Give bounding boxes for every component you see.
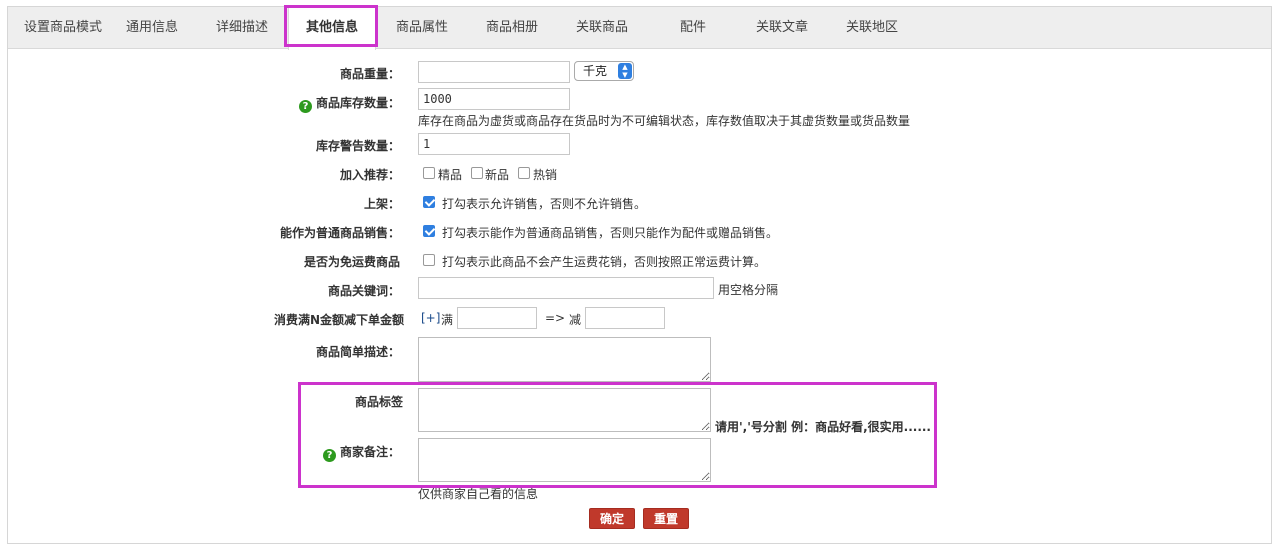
tab-linked-goods[interactable]: 关联商品	[574, 7, 630, 49]
seller-note-hint: 仅供商家自己看的信息	[418, 487, 539, 501]
tab-bar: 设置商品模式 通用信息 详细描述 其他信息 商品属性 商品相册 关联商品 配件 …	[8, 7, 1271, 50]
help-icon[interactable]: ?	[298, 100, 312, 113]
stock-input[interactable]	[418, 88, 570, 110]
on-sale-checkbox[interactable]	[423, 196, 435, 208]
weight-label: 商品重量：	[339, 67, 400, 81]
tab-linked-regions[interactable]: 关联地区	[844, 7, 900, 49]
warn-stock-label: 库存警告数量：	[315, 139, 400, 153]
on-sale-text: 打勾表示允许销售，否则不允许销售。	[442, 197, 647, 211]
keywords-input[interactable]	[418, 277, 714, 299]
seller-note-label: 商家备注：	[339, 445, 400, 459]
recommend-new-label: 新品	[485, 168, 510, 182]
add-discount-button[interactable]: [+]	[421, 311, 440, 325]
tags-hint: 请用','号分割 例：商品好看,很实用......	[715, 420, 931, 434]
weight-input[interactable]	[418, 61, 570, 83]
seller-note-label-wrap: ? 商家备注：	[100, 443, 400, 462]
keywords-label: 商品关键词：	[327, 284, 400, 298]
stock-label: 商品库存数量：	[315, 96, 400, 110]
help-icon[interactable]: ?	[322, 449, 336, 462]
tab-goods-mode[interactable]: 设置商品模式	[22, 7, 104, 49]
ok-button[interactable]: 确定	[589, 508, 636, 529]
keywords-hint: 用空格分隔	[718, 283, 779, 297]
discount-minus-label: 减	[569, 313, 582, 327]
tab-goods-album[interactable]: 商品相册	[484, 7, 540, 49]
on-sale-label: 上架：	[363, 197, 400, 211]
brief-textarea[interactable]	[418, 337, 711, 382]
normal-sale-label: 能作为普通商品销售：	[279, 226, 400, 240]
tab-general-info[interactable]: 通用信息	[124, 7, 180, 49]
tab-goods-attr[interactable]: 商品属性	[394, 7, 450, 49]
reset-button[interactable]: 重置	[643, 508, 690, 529]
free-shipping-checkbox[interactable]	[423, 254, 435, 266]
tab-other-info[interactable]: 其他信息	[288, 7, 376, 50]
recommend-hot-checkbox[interactable]	[518, 167, 530, 179]
stock-help-text: 库存在商品为虚货或商品存在货品时为不可编辑状态，库存数值取决于其虚货数量或货品数…	[418, 114, 911, 128]
stock-label-wrap: ? 商品库存数量：	[100, 94, 400, 113]
normal-sale-checkbox[interactable]	[423, 225, 435, 237]
discount-label: 消费满N金额减下单金额	[273, 313, 404, 327]
recommend-hot-label: 热销	[533, 168, 558, 182]
tags-textarea[interactable]	[418, 388, 711, 432]
discount-arrow: =>	[545, 311, 566, 325]
warn-stock-input[interactable]	[418, 133, 570, 155]
free-shipping-label: 是否为免运费商品	[303, 255, 400, 269]
tab-accessories[interactable]: 配件	[678, 7, 708, 49]
discount-full-input[interactable]	[457, 307, 537, 329]
recommend-best-label: 精品	[438, 168, 463, 182]
normal-sale-text: 打勾表示能作为普通商品销售，否则只能作为配件或赠品销售。	[442, 226, 779, 240]
tab-linked-articles[interactable]: 关联文章	[754, 7, 810, 49]
tab-detail-desc[interactable]: 详细描述	[214, 7, 270, 49]
weight-unit-value: 千克	[583, 64, 608, 78]
seller-note-textarea[interactable]	[418, 438, 711, 482]
brief-label: 商品简单描述：	[315, 345, 400, 359]
discount-minus-input[interactable]	[585, 307, 665, 329]
tags-label: 商品标签	[354, 395, 403, 409]
recommend-label: 加入推荐：	[339, 168, 400, 182]
discount-full-label: 满	[441, 313, 454, 327]
select-arrows-icon: ▲ ▼	[618, 63, 632, 79]
recommend-new-checkbox[interactable]	[471, 167, 483, 179]
recommend-best-checkbox[interactable]	[423, 167, 435, 179]
free-shipping-text: 打勾表示此商品不会产生运费花销，否则按照正常运费计算。	[442, 255, 767, 269]
weight-unit-select[interactable]: 千克 ▲ ▼	[574, 61, 634, 81]
